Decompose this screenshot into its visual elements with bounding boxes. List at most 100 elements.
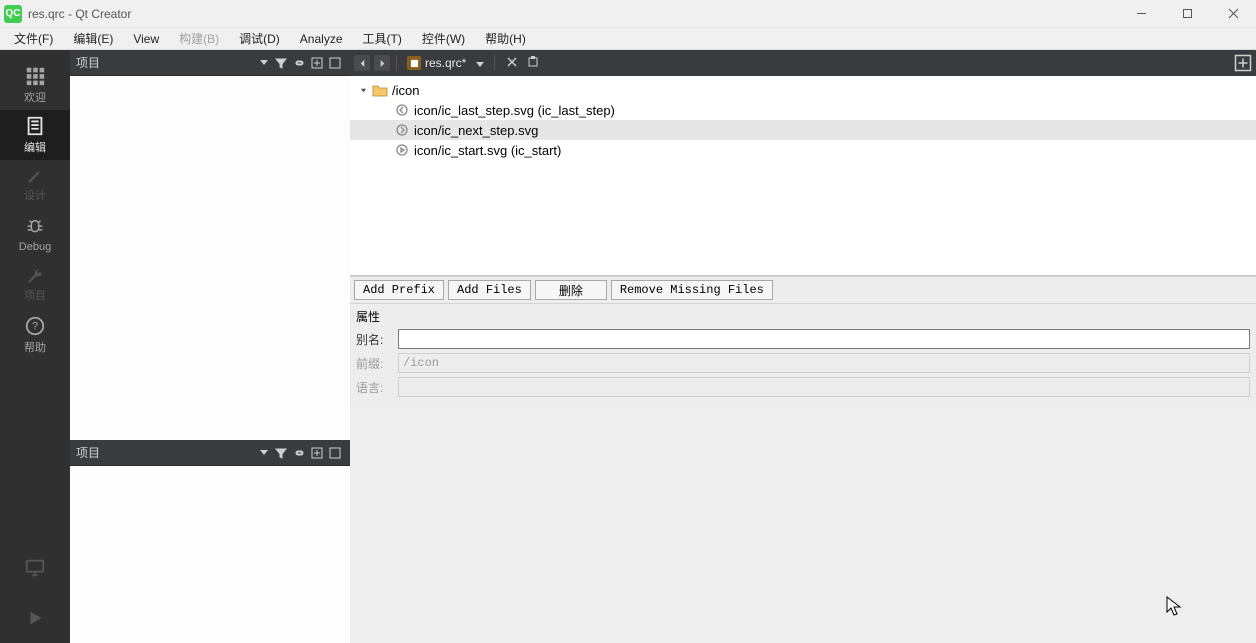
mode-edit-label: 编辑: [24, 139, 46, 155]
mode-debug[interactable]: Debug: [0, 210, 70, 260]
filter-icon[interactable]: [272, 54, 290, 72]
lang-input: [398, 377, 1250, 397]
editor-column: res.qrc* /icon icon/ic_last_step.svg (ic…: [350, 50, 1256, 643]
project-panel-lower-header: 项目: [70, 440, 350, 466]
prefix-input: [398, 353, 1250, 373]
tree-item-1[interactable]: icon/ic_next_step.svg: [350, 120, 1256, 140]
titlebar: QC res.qrc - Qt Creator: [0, 0, 1256, 28]
document-icon: [24, 115, 46, 137]
panel-lower-close-icon[interactable]: [326, 444, 344, 462]
project-panel-upper-body[interactable]: [70, 76, 350, 440]
panel-dropdown[interactable]: [254, 54, 272, 72]
panel-lower-link-icon[interactable]: [290, 444, 308, 462]
menu-help[interactable]: 帮助(H): [475, 28, 536, 49]
menubar: 文件(F) 编辑(E) View 构建(B) 调试(D) Analyze 工具(…: [0, 28, 1256, 50]
window-controls: [1118, 0, 1256, 28]
split-add-icon[interactable]: [308, 54, 326, 72]
mode-help-label: 帮助: [24, 339, 46, 355]
tree-item-2-label: icon/ic_start.svg (ic_start): [414, 143, 561, 158]
editor-split-add-icon[interactable]: [1234, 54, 1252, 72]
menu-widgets[interactable]: 控件(W): [412, 28, 475, 49]
bug-icon: [24, 217, 46, 239]
run-button[interactable]: [0, 593, 70, 643]
svg-text:?: ?: [32, 321, 38, 333]
link-icon[interactable]: [290, 54, 308, 72]
back-arrow-icon: [394, 103, 410, 117]
mode-help[interactable]: ? 帮助: [0, 310, 70, 360]
prefix-label: 前缀:: [356, 355, 390, 372]
mode-projects[interactable]: 项目: [0, 260, 70, 310]
panel-lower-filter-icon[interactable]: [272, 444, 290, 462]
mode-design[interactable]: 设计: [0, 160, 70, 210]
delete-button[interactable]: 删除: [535, 280, 607, 300]
menu-tools[interactable]: 工具(T): [353, 28, 412, 49]
forward-arrow-icon: [394, 123, 410, 137]
project-panel-lower-body[interactable]: [70, 466, 350, 643]
window-title: res.qrc - Qt Creator: [28, 7, 131, 21]
tree-item-0[interactable]: icon/ic_last_step.svg (ic_last_step): [350, 100, 1256, 120]
open-file-tab[interactable]: res.qrc*: [403, 56, 488, 70]
wrench-icon: [26, 267, 44, 285]
menu-view[interactable]: View: [123, 30, 169, 48]
lang-label: 语言:: [356, 379, 390, 396]
mode-edit[interactable]: 编辑: [0, 110, 70, 160]
target-selector[interactable]: [0, 543, 70, 593]
prop-row-prefix: 前缀:: [356, 353, 1250, 373]
modebar: 欢迎 编辑 设计 Debug 项目 ? 帮助: [0, 50, 70, 643]
tree-item-1-label: icon/ic_next_step.svg: [414, 123, 538, 138]
qrc-file-icon: [407, 56, 421, 70]
play-icon: [24, 607, 46, 629]
tree-prefix-label: /icon: [392, 83, 419, 98]
main-area: 欢迎 编辑 设计 Debug 项目 ? 帮助: [0, 50, 1256, 643]
project-panel-upper: 项目: [70, 50, 350, 440]
help-icon: ?: [24, 315, 46, 337]
menu-edit[interactable]: 编辑(E): [63, 28, 123, 49]
tree-expander-icon[interactable]: [356, 83, 370, 97]
resource-tree[interactable]: /icon icon/ic_last_step.svg (ic_last_ste…: [350, 76, 1256, 276]
nav-back-icon[interactable]: [354, 55, 370, 71]
mode-design-label: 设计: [24, 187, 46, 203]
add-prefix-button[interactable]: Add Prefix: [354, 280, 444, 300]
resource-button-row: Add Prefix Add Files 删除 Remove Missing F…: [350, 276, 1256, 304]
alias-input[interactable]: [398, 329, 1250, 349]
add-files-button[interactable]: Add Files: [448, 280, 531, 300]
nav-forward-icon[interactable]: [374, 55, 390, 71]
qt-logo-icon: QC: [4, 5, 22, 23]
maximize-button[interactable]: [1164, 0, 1210, 28]
alias-label: 别名:: [356, 331, 390, 348]
panel-close-icon[interactable]: [326, 54, 344, 72]
project-panel-lower: 项目: [70, 440, 350, 643]
editor-settings-icon[interactable]: [527, 56, 539, 71]
pencil-icon: [26, 167, 44, 185]
project-panel-upper-header: 项目: [70, 50, 350, 76]
menu-file[interactable]: 文件(F): [4, 28, 63, 49]
open-file-name: res.qrc*: [425, 56, 466, 70]
mode-welcome[interactable]: 欢迎: [0, 60, 70, 110]
menu-analyze[interactable]: Analyze: [290, 30, 353, 48]
play-circle-icon: [394, 143, 410, 157]
side-panels: 项目 项目: [70, 50, 350, 643]
monitor-icon: [24, 557, 46, 579]
editor-tabbar: res.qrc*: [350, 50, 1256, 76]
project-panel-lower-title: 项目: [76, 444, 100, 461]
close-editor-icon[interactable]: [507, 56, 517, 70]
prop-row-alias: 别名:: [356, 329, 1250, 349]
menu-debug[interactable]: 调试(D): [229, 28, 290, 49]
panel-lower-dropdown[interactable]: [254, 444, 272, 462]
prop-row-lang: 语言:: [356, 377, 1250, 397]
tree-item-2[interactable]: icon/ic_start.svg (ic_start): [350, 140, 1256, 160]
tree-prefix-row[interactable]: /icon: [350, 80, 1256, 100]
mode-debug-label: Debug: [19, 241, 51, 253]
properties-pane: 属性 别名: 前缀: 语言:: [350, 304, 1256, 409]
file-dropdown-icon[interactable]: [474, 56, 484, 70]
panel-lower-split-add-icon[interactable]: [308, 444, 326, 462]
tree-item-0-label: icon/ic_last_step.svg (ic_last_step): [414, 103, 615, 118]
grid-icon: [24, 65, 46, 87]
menu-build[interactable]: 构建(B): [169, 28, 229, 49]
minimize-button[interactable]: [1118, 0, 1164, 28]
close-button[interactable]: [1210, 0, 1256, 28]
folder-icon: [372, 83, 388, 97]
properties-title: 属性: [356, 306, 1250, 329]
mode-projects-label: 项目: [24, 287, 46, 303]
remove-missing-button[interactable]: Remove Missing Files: [611, 280, 773, 300]
